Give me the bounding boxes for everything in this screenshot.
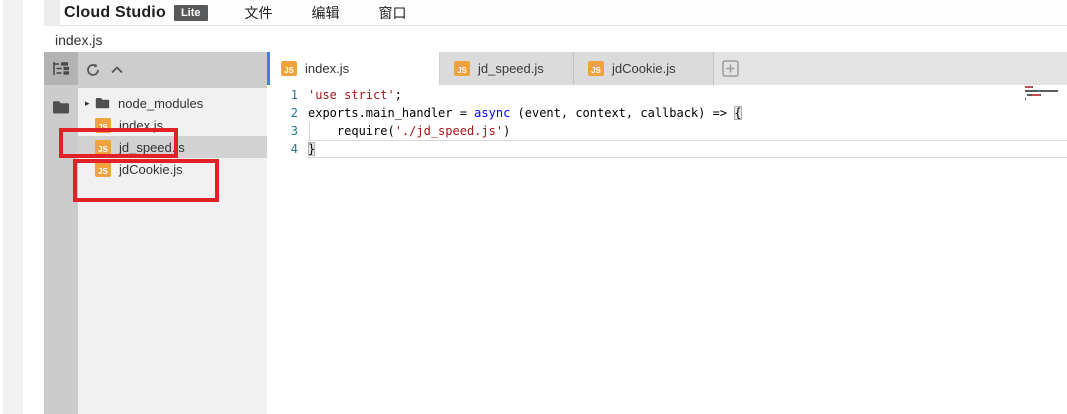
tree-item-label: node_modules bbox=[118, 96, 203, 111]
folder-icon bbox=[52, 100, 70, 114]
js-file-icon: JS bbox=[454, 61, 470, 76]
minimap-token bbox=[1040, 94, 1041, 96]
annotation-box-jdcookie-js bbox=[73, 159, 219, 202]
tab-label: jdCookie.js bbox=[612, 61, 676, 76]
line-number: 1 bbox=[267, 86, 308, 104]
minimap[interactable] bbox=[1025, 86, 1067, 116]
code-line-1: 'use strict'; bbox=[308, 86, 1067, 104]
app-brand: Cloud Studio bbox=[64, 4, 166, 22]
chevron-up-icon bbox=[111, 66, 123, 74]
collapse-all-button[interactable] bbox=[109, 62, 125, 78]
screenshot-root: Cloud Studio Lite 文件 编辑 窗口 index.js bbox=[0, 0, 1067, 414]
page-margin-strip bbox=[3, 0, 23, 414]
file-tree-icon bbox=[52, 61, 70, 76]
minimap-token bbox=[1040, 90, 1057, 92]
code-line-3: require('./jd_speed.js') bbox=[308, 122, 1067, 140]
annotation-box-jd-speed-js bbox=[59, 128, 178, 158]
tab-jdcookie-js[interactable]: JS jdCookie.js bbox=[574, 52, 714, 85]
menu-bar-corner bbox=[44, 0, 60, 26]
breadcrumb-path: index.js bbox=[55, 32, 102, 48]
code-content[interactable]: 'use strict'; exports.main_handler = asy… bbox=[308, 85, 1067, 414]
minimap-token bbox=[1057, 90, 1058, 92]
code-editor[interactable]: 1 2 3 4 'use strict'; exports.main_handl… bbox=[267, 85, 1067, 414]
code-line-4: } bbox=[308, 140, 1067, 158]
menu-items: 文件 编辑 窗口 bbox=[245, 3, 446, 23]
tab-index-js[interactable]: JS index.js bbox=[267, 52, 440, 85]
line-number: 4 bbox=[267, 140, 308, 158]
minimap-token bbox=[1025, 98, 1026, 100]
js-file-icon: JS bbox=[588, 61, 604, 76]
explorer-toolbar bbox=[78, 52, 267, 88]
menu-edit[interactable]: 编辑 bbox=[312, 3, 340, 23]
main-region: ▸ node_modules JS index.js bbox=[44, 52, 1067, 414]
tab-bar: JS index.js JS jd_speed.js JS jdCookie.j… bbox=[267, 52, 1067, 85]
tab-jd-speed-js[interactable]: JS jd_speed.js bbox=[440, 52, 574, 85]
lite-badge: Lite bbox=[174, 5, 208, 21]
expand-arrow-icon[interactable]: ▸ bbox=[85, 98, 95, 109]
activity-bar bbox=[44, 52, 78, 414]
explorer-view-button[interactable] bbox=[44, 52, 78, 85]
js-file-icon: JS bbox=[281, 61, 297, 76]
menu-file[interactable]: 文件 bbox=[245, 3, 273, 23]
minimap-token bbox=[1025, 86, 1032, 88]
project-view-button[interactable] bbox=[44, 90, 78, 123]
refresh-button[interactable] bbox=[85, 62, 101, 78]
line-number: 2 bbox=[267, 104, 308, 122]
tree-item-node-modules[interactable]: ▸ node_modules bbox=[78, 92, 267, 114]
new-tab-button[interactable] bbox=[714, 52, 747, 85]
code-line-2: exports.main_handler = async (event, con… bbox=[308, 104, 1067, 122]
menu-bar: Cloud Studio Lite 文件 编辑 窗口 bbox=[44, 0, 1067, 26]
line-number: 3 bbox=[267, 122, 308, 140]
minimap-token bbox=[1025, 90, 1038, 92]
tab-label: jd_speed.js bbox=[478, 61, 544, 76]
file-explorer-panel: ▸ node_modules JS index.js bbox=[78, 52, 267, 414]
editor-region: JS index.js JS jd_speed.js JS jdCookie.j… bbox=[267, 52, 1067, 414]
breadcrumb: index.js bbox=[44, 27, 1067, 52]
line-number-gutter: 1 2 3 4 bbox=[267, 85, 308, 414]
cloud-studio-window: Cloud Studio Lite 文件 编辑 窗口 index.js bbox=[44, 0, 1067, 414]
minimap-token bbox=[1032, 94, 1040, 96]
tab-label: index.js bbox=[305, 61, 349, 76]
menu-window[interactable]: 窗口 bbox=[379, 3, 407, 23]
plus-icon bbox=[722, 60, 739, 77]
folder-icon bbox=[95, 97, 110, 109]
refresh-icon bbox=[86, 63, 100, 77]
minimap-token bbox=[1032, 86, 1033, 88]
